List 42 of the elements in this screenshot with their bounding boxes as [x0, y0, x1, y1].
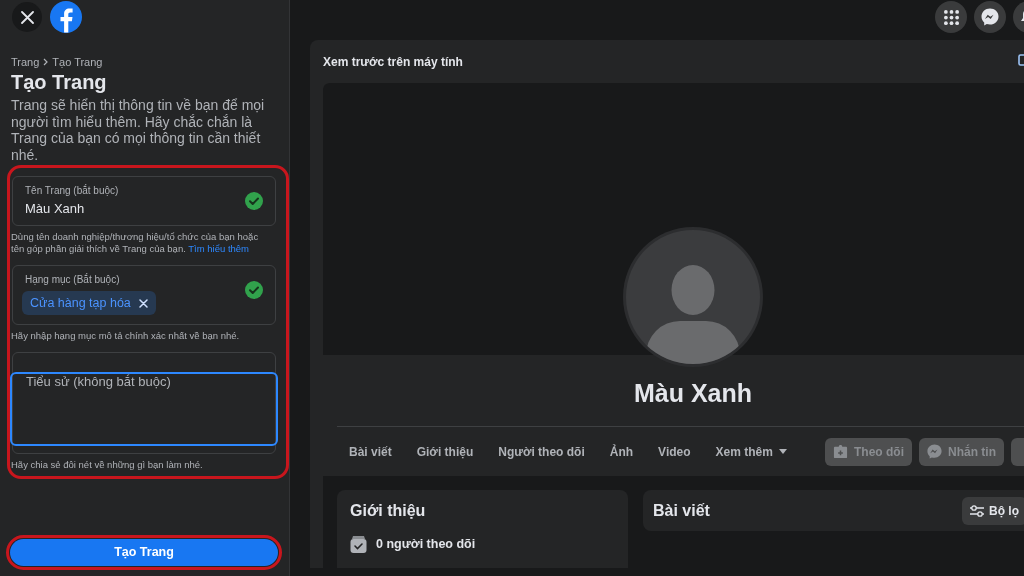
profile-tab[interactable]: Giới thiệu: [416, 436, 474, 467]
profile-tab[interactable]: Video: [658, 436, 691, 467]
text-area-field[interactable]: Tiểu sử (không bắt buộc): [10, 372, 278, 446]
learn-more-link[interactable]: Tìm hiểu thêm: [188, 243, 249, 254]
profile-tab[interactable]: Bài viết: [349, 436, 392, 467]
chat-bubble-icon: [981, 8, 999, 26]
remove-icon[interactable]: [138, 298, 148, 308]
description-text: Trang sẽ hiển thị thông tin về bạn để mọi người tìm hiểu thêm. Hãy chắc chắn là Trang của bạn có mọi thông tin cần thiết nhé.: [10, 97, 266, 163]
preview-title: Xem trước trên máy tính: [323, 53, 463, 71]
field-label: Tên Trang (bắt buộc): [25, 185, 120, 197]
chat-bubble-icon: [927, 444, 942, 459]
breadcrumb-current: Tạo Trang: [52, 55, 103, 69]
close-icon: [20, 10, 34, 24]
helper-text: Hãy chia sẻ đôi nét về những gì bạn làm nhé.: [11, 459, 204, 471]
category-tag[interactable]: Cửa hàng tạp hóa: [22, 291, 156, 315]
card-title: Giới thiệu: [350, 501, 427, 521]
sliders-icon: [970, 504, 984, 517]
profile-tab[interactable]: Ảnh: [609, 436, 634, 467]
profile-name: Màu Xanh: [632, 378, 754, 408]
profile-tab[interactable]: Người theo dõi: [498, 436, 585, 467]
grid-icon: [943, 9, 959, 25]
chevron-right-icon: [43, 58, 49, 66]
logo-icon[interactable]: [50, 1, 82, 33]
caret-down-icon: [778, 449, 787, 454]
close-button[interactable]: [12, 2, 42, 32]
text-field[interactable]: Tên Trang (bắt buộc) Màu Xanh: [12, 176, 276, 226]
menu-button[interactable]: [935, 1, 967, 33]
field-value-input[interactable]: Màu Xanh: [25, 200, 245, 217]
plus-box-icon: [833, 444, 848, 459]
card-title: Bài viết: [653, 500, 710, 521]
breadcrumb-link[interactable]: Trang: [11, 55, 40, 69]
tag-input-field[interactable]: Hạng mục (Bắt buộc) Cửa hàng tạp hóa: [12, 265, 276, 325]
more-tab[interactable]: Xem thêm: [715, 436, 787, 467]
chat-button[interactable]: [974, 1, 1006, 33]
follower-count: 0 người theo dõi: [376, 536, 476, 553]
submit-button[interactable]: Tạo Trang: [10, 539, 278, 566]
check-box-icon: [350, 535, 367, 553]
page-title: Tạo Trang: [10, 70, 108, 94]
helper-text: Dùng tên doanh nghiệp/thương hiệu/tổ chức của bạn hoặc tên góp phần giải thích về Trang của bạn. Tìm hiểu thêm: [11, 231, 260, 255]
helper-text: Hãy nhập hạng mục mô tả chính xác nhất về bạn nhé.: [11, 330, 241, 342]
filter-button[interactable]: Bộ lọ: [962, 496, 1024, 525]
field-label: Hạng mục (Bắt buộc): [25, 274, 120, 286]
